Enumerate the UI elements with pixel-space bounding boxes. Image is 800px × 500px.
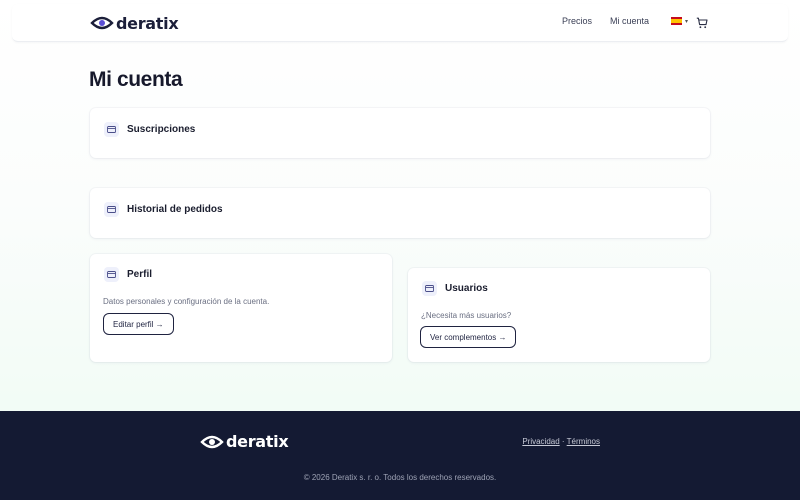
subscriptions-card[interactable]: Suscripciones bbox=[90, 108, 710, 158]
edit-profile-button[interactable]: Editar perfil → bbox=[103, 313, 174, 335]
copyright-text: © 2026 Deratix s. r. o. Todos los derech… bbox=[303, 473, 497, 482]
eye-logo-icon bbox=[200, 435, 224, 448]
users-card: Usuarios ¿Necesita más usuarios? Ver com… bbox=[408, 268, 710, 362]
cart-icon bbox=[696, 17, 708, 29]
footer-logo[interactable]: deratix bbox=[200, 432, 289, 451]
nav-link-mi-cuenta[interactable]: Mi cuenta bbox=[610, 16, 649, 26]
profile-card: Perfil Datos personales y configuración … bbox=[90, 254, 392, 362]
card-icon bbox=[104, 202, 119, 217]
link-separator: · bbox=[559, 437, 567, 446]
card-description: ¿Necesita más usuarios? bbox=[421, 311, 512, 320]
card-title: Historial de pedidos bbox=[127, 204, 223, 215]
footer-brand-name: deratix bbox=[226, 432, 289, 451]
main-nav: Precios Mi cuenta ▾ bbox=[562, 16, 688, 26]
order-history-card[interactable]: Historial de pedidos bbox=[90, 188, 710, 238]
eye-logo-icon bbox=[90, 16, 114, 30]
brand-logo[interactable]: deratix bbox=[90, 13, 179, 33]
terms-link[interactable]: Términos bbox=[567, 437, 600, 446]
card-icon bbox=[104, 122, 119, 137]
card-icon bbox=[104, 267, 119, 282]
card-title: Perfil bbox=[127, 269, 153, 280]
page-title: Mi cuenta bbox=[89, 68, 183, 91]
cart-button[interactable] bbox=[696, 16, 708, 34]
card-title: Usuarios bbox=[445, 283, 488, 294]
brand-name: deratix bbox=[116, 13, 179, 33]
site-header: deratix Precios Mi cuenta ▾ bbox=[12, 4, 788, 42]
footer-links: Privacidad · Términos bbox=[522, 437, 600, 446]
site-footer: deratix Privacidad · Términos © 2026 Der… bbox=[0, 411, 800, 500]
view-addons-button[interactable]: Ver complementos → bbox=[420, 326, 517, 348]
card-header: Usuarios bbox=[422, 281, 488, 296]
language-selector[interactable]: ▾ bbox=[670, 17, 688, 25]
spain-flag-icon bbox=[670, 17, 682, 25]
privacy-link[interactable]: Privacidad bbox=[522, 437, 559, 446]
chevron-down-icon: ▾ bbox=[684, 18, 688, 25]
card-header: Suscripciones bbox=[104, 122, 195, 137]
card-title: Suscripciones bbox=[127, 124, 196, 135]
card-description: Datos personales y configuración de la c… bbox=[103, 297, 270, 306]
card-header: Perfil bbox=[104, 267, 152, 282]
card-icon bbox=[422, 281, 437, 296]
card-header: Historial de pedidos bbox=[104, 202, 223, 217]
nav-link-precios[interactable]: Precios bbox=[562, 16, 592, 26]
